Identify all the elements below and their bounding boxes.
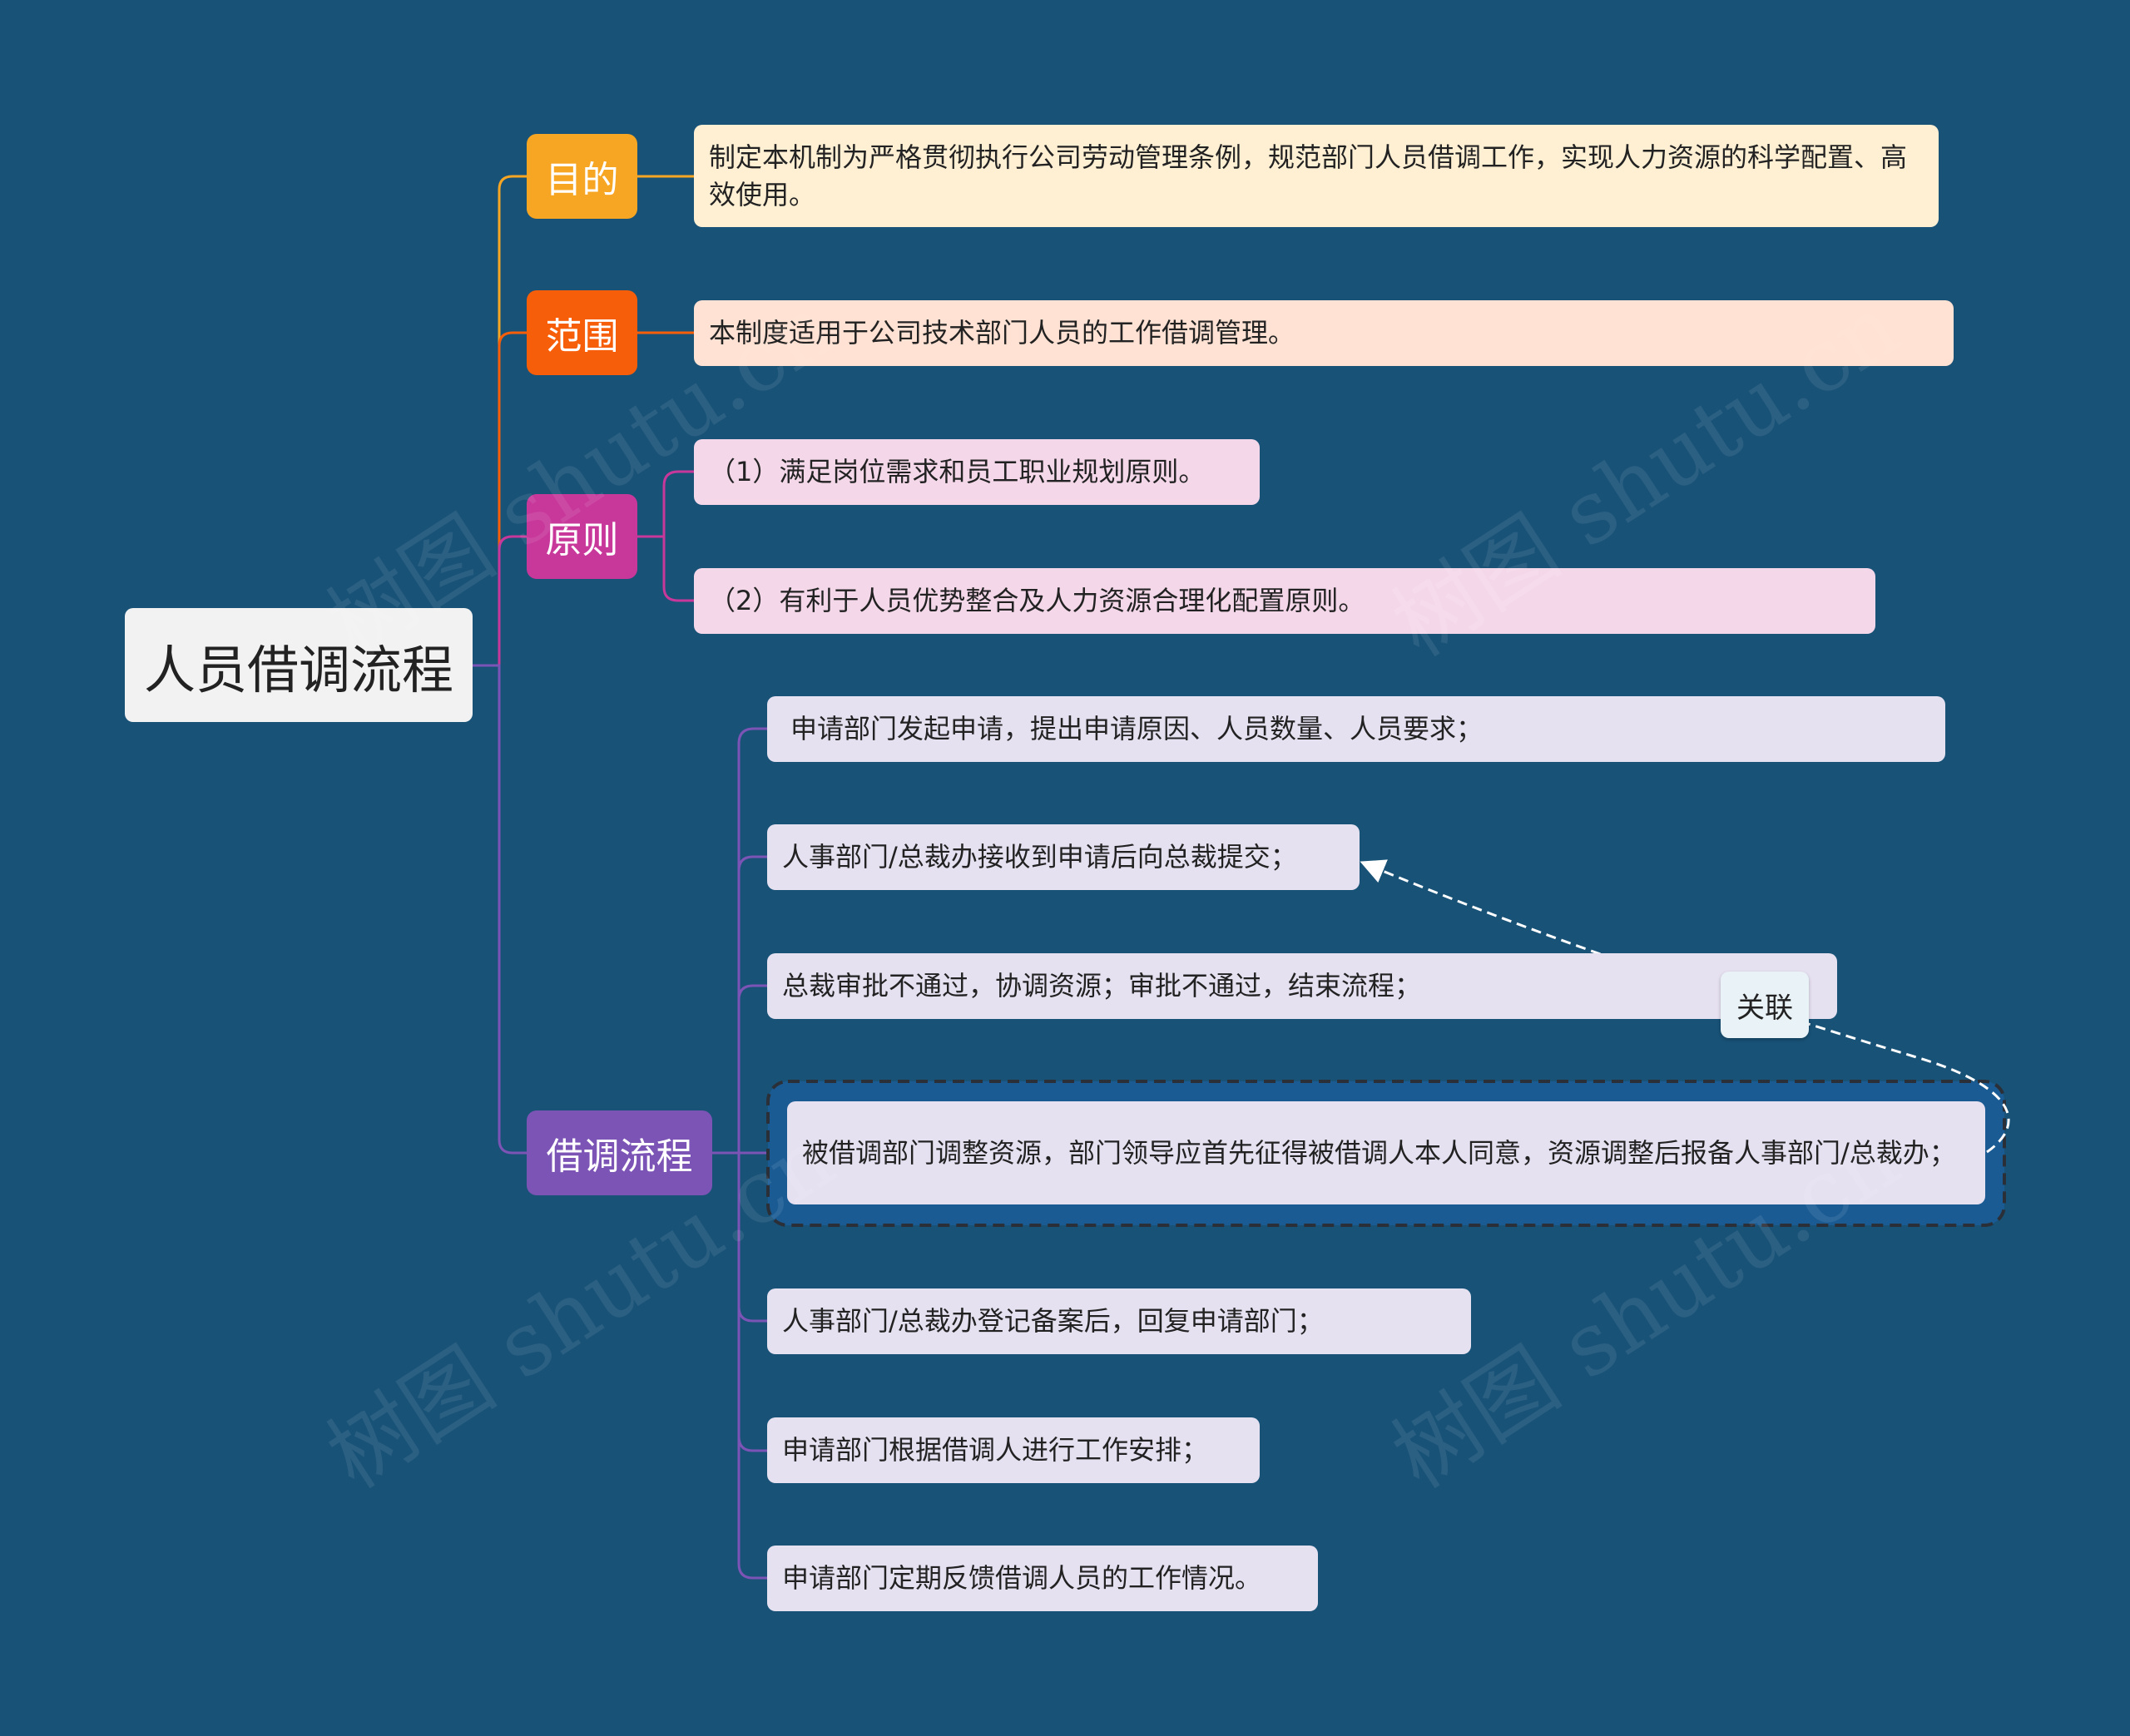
leaf-process-2[interactable]: 总裁审批不通过，协调资源；审批不通过，结束流程；	[767, 953, 1837, 1019]
mind-map-canvas: 人员借调流程 目的 范围 原则 借调流程 制定本机制为严格贯彻执行公司劳动管理条…	[0, 0, 2130, 1736]
leaf-process-4[interactable]: 人事部门/总裁办登记备案后，回复申请部门；	[767, 1288, 1471, 1354]
connector-process-leaf-6	[737, 1153, 767, 1580]
leaf-principle-0-text: （1）满足岗位需求和员工职业规划原则。	[709, 456, 1206, 487]
connector-root-process	[473, 664, 527, 1155]
connector-principle-leaf-1	[637, 535, 694, 602]
root-node-label: 人员借调流程	[143, 639, 453, 700]
connector-principle-leaf-0	[637, 470, 694, 538]
leaf-scope-0-text: 本制度适用于公司技术部门人员的工作借调管理。	[709, 317, 1295, 349]
root-node[interactable]: 人员借调流程	[125, 608, 473, 722]
leaf-scope-0[interactable]: 本制度适用于公司技术部门人员的工作借调管理。	[694, 300, 1954, 366]
connector-process-leaf-0	[737, 727, 767, 1153]
leaf-process-5-text: 申请部门根据借调人进行工作安排；	[782, 1434, 1209, 1466]
leaf-principle-1-text: （2）有利于人员优势整合及人力资源合理化配置原则。	[709, 585, 1365, 616]
leaf-process-2-text: 总裁审批不通过，协调资源；审批不通过，结束流程；	[782, 970, 1422, 1002]
branch-scope-label: 范围	[545, 315, 619, 358]
leaf-process-6-text: 申请部门定期反馈借调人员的工作情况。	[782, 1562, 1262, 1594]
connector-process-leaf-4	[737, 1153, 767, 1323]
connector-process-leaf-1	[737, 855, 767, 1153]
branch-purpose[interactable]: 目的	[527, 134, 637, 219]
connector-process-leaf-5	[737, 1153, 767, 1452]
leaf-process-3[interactable]: 被借调部门调整资源，部门领导应首先征得被借调人本人同意，资源调整后报备人事部门/…	[787, 1101, 1985, 1204]
branch-process[interactable]: 借调流程	[527, 1110, 712, 1195]
branch-principle-label: 原则	[545, 519, 619, 561]
association-label-text: 关联	[1736, 991, 1793, 1025]
association-label[interactable]: 关联	[1721, 972, 1809, 1038]
leaf-process-1[interactable]: 人事部门/总裁办接收到申请后向总裁提交；	[767, 824, 1360, 890]
branch-principle[interactable]: 原则	[527, 494, 637, 579]
leaf-purpose-0[interactable]: 制定本机制为严格贯彻执行公司劳动管理条例，规范部门人员借调工作，实现人力资源的科…	[694, 125, 1939, 227]
leaf-principle-1[interactable]: （2）有利于人员优势整合及人力资源合理化配置原则。	[694, 568, 1875, 634]
leaf-process-5[interactable]: 申请部门根据借调人进行工作安排；	[767, 1417, 1260, 1483]
connector-process-leaf-2	[737, 984, 767, 1153]
leaf-process-0[interactable]: 申请部门发起申请，提出申请原因、人员数量、人员要求；	[767, 696, 1945, 762]
leaf-process-0-text: 申请部门发起申请，提出申请原因、人员数量、人员要求；	[790, 713, 1484, 744]
leaf-purpose-0-text: 制定本机制为严格贯彻执行公司劳动管理条例，规范部门人员借调工作，实现人力资源的科…	[709, 141, 1908, 210]
leaf-process-6[interactable]: 申请部门定期反馈借调人员的工作情况。	[767, 1546, 1318, 1611]
branch-scope[interactable]: 范围	[527, 290, 637, 375]
branch-process-label: 借调流程	[546, 1135, 693, 1178]
leaf-process-3-text: 被借调部门调整资源，部门领导应首先征得被借调人本人同意，资源调整后报备人事部门/…	[802, 1136, 1956, 1169]
branch-purpose-label: 目的	[545, 159, 619, 201]
leaf-process-4-text: 人事部门/总裁办登记备案后，回复申请部门；	[782, 1305, 1324, 1337]
leaf-principle-0[interactable]: （1）满足岗位需求和员工职业规划原则。	[694, 439, 1260, 505]
leaf-process-1-text: 人事部门/总裁办接收到申请后向总裁提交；	[782, 841, 1297, 873]
connector-root-principle	[473, 535, 527, 667]
